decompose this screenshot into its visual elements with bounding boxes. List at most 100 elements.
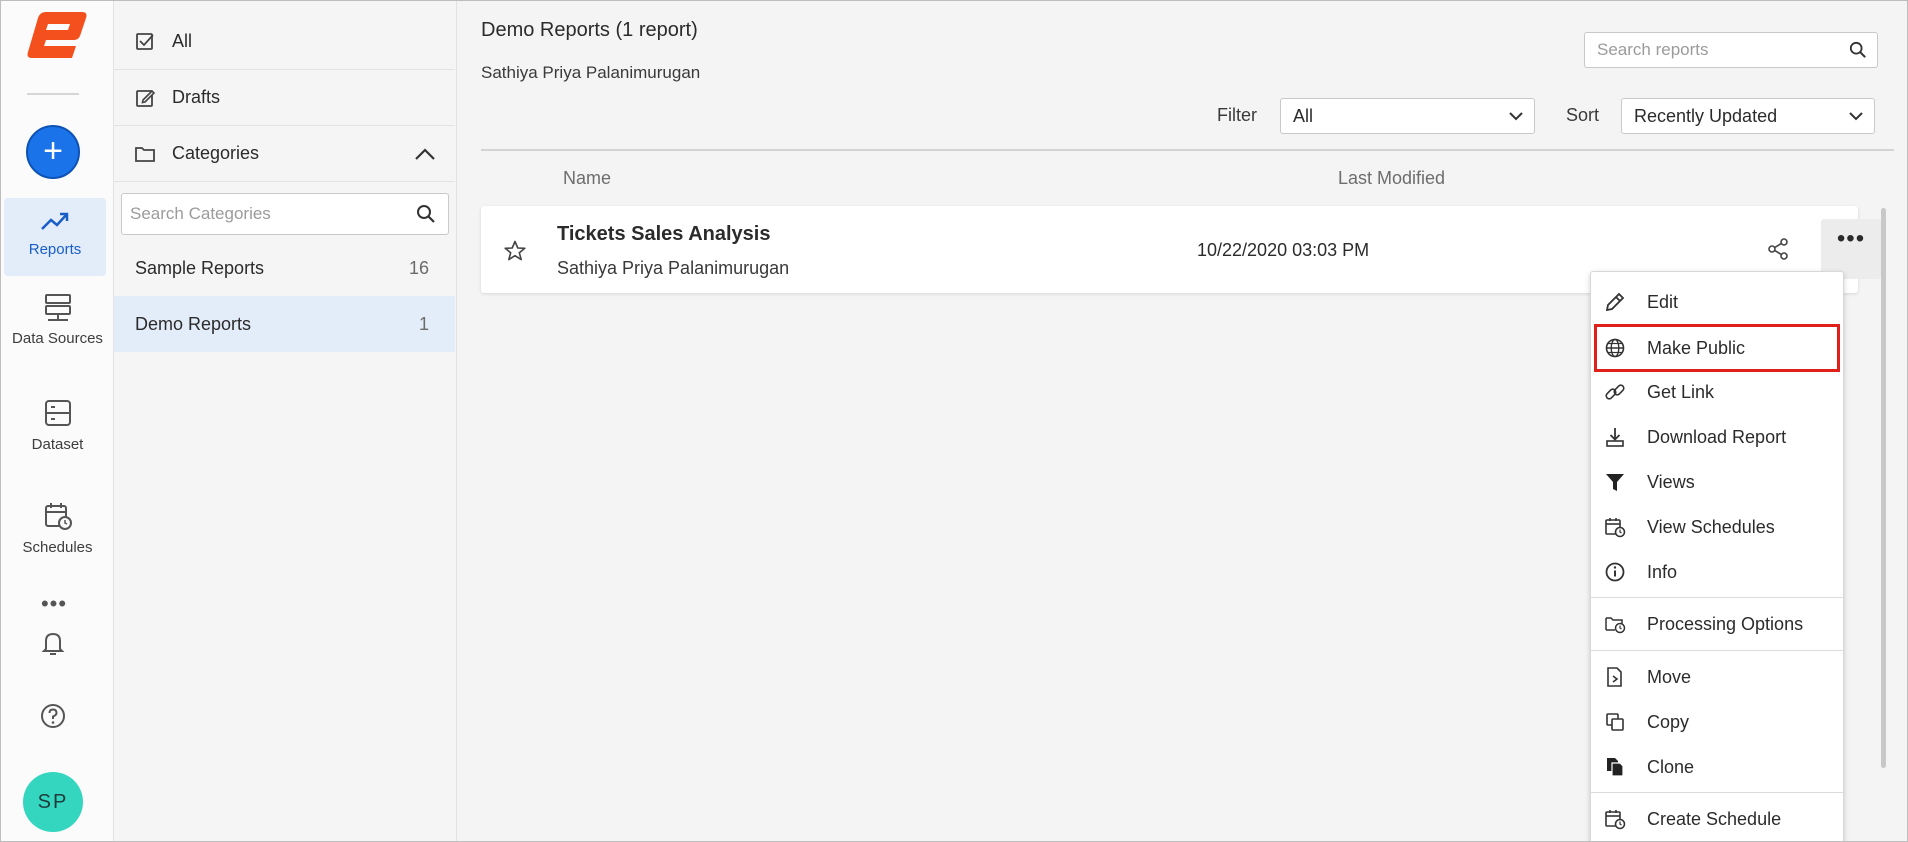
menu-item-create-schedule[interactable]: Create Schedule xyxy=(1591,799,1843,839)
share-icon[interactable] xyxy=(1766,237,1790,261)
filter-value: All xyxy=(1293,105,1314,126)
categories-panel: All Drafts Categories Sample Reports 16 … xyxy=(114,1,457,841)
menu-item-label: Processing Options xyxy=(1647,613,1804,634)
category-item-sample-reports[interactable]: Sample Reports 16 xyxy=(114,240,455,296)
user-avatar[interactable]: SP xyxy=(23,772,83,832)
category-all-label: All xyxy=(172,31,193,51)
app-logo-icon xyxy=(27,12,87,58)
rail-divider xyxy=(27,93,79,95)
copy-icon xyxy=(1606,713,1624,731)
move-icon xyxy=(1607,667,1622,687)
menu-item-processing-options[interactable]: Processing Options xyxy=(1591,604,1843,644)
column-header-last-modified[interactable]: Last Modified xyxy=(1338,168,1445,189)
category-item-count: 1 xyxy=(418,313,429,334)
app-window: + Reports Data Sources Dataset Schedules… xyxy=(0,0,1908,842)
report-search-input[interactable] xyxy=(1585,40,1849,60)
nav-rail: + Reports Data Sources Dataset Schedules… xyxy=(1,1,114,841)
category-item-count: 16 xyxy=(408,257,429,278)
filter-select[interactable]: All xyxy=(1280,98,1535,134)
menu-item-info[interactable]: Info xyxy=(1591,552,1843,592)
page-title: Demo Reports (1 report) xyxy=(481,19,698,41)
sort-select[interactable]: Recently Updated xyxy=(1621,98,1875,134)
menu-item-label: Make Public xyxy=(1647,337,1746,358)
report-name[interactable]: Tickets Sales Analysis xyxy=(557,223,770,246)
category-item-label: Sample Reports xyxy=(135,257,265,278)
category-search[interactable] xyxy=(121,193,449,235)
report-search[interactable] xyxy=(1584,32,1878,68)
filter-icon xyxy=(1606,474,1624,491)
categories-header[interactable]: Categories xyxy=(114,126,455,182)
menu-item-label: Create Schedule xyxy=(1647,808,1782,829)
more-options-button[interactable]: ••• xyxy=(1821,219,1881,279)
menu-item-make-public[interactable]: Make Public xyxy=(1594,324,1840,372)
menu-item-view-schedules[interactable]: View Schedules xyxy=(1591,507,1843,547)
add-button[interactable]: + xyxy=(26,125,80,179)
categories-header-label: Categories xyxy=(172,143,260,163)
dataset-icon xyxy=(44,400,71,426)
search-icon[interactable] xyxy=(416,204,436,224)
rail-item-reports[interactable]: Reports xyxy=(4,198,106,276)
calendar-clock-icon xyxy=(1605,518,1626,538)
more-icon[interactable]: ••• xyxy=(39,593,69,615)
menu-item-label: Edit xyxy=(1647,291,1679,312)
category-item-demo-reports[interactable]: Demo Reports 1 xyxy=(114,296,455,352)
menu-item-views[interactable]: Views xyxy=(1591,462,1843,502)
category-drafts-label: Drafts xyxy=(172,87,221,107)
search-icon[interactable] xyxy=(1849,41,1867,59)
menu-item-copy[interactable]: Copy xyxy=(1591,702,1843,742)
sort-label: Sort xyxy=(1566,105,1600,125)
menu-item-label: Download Report xyxy=(1647,426,1787,447)
rail-item-dataset[interactable]: Dataset xyxy=(1,398,114,453)
scrollbar[interactable] xyxy=(1881,208,1886,768)
clone-icon xyxy=(1607,758,1624,777)
pencil-icon xyxy=(1605,292,1625,312)
page-owner: Sathiya Priya Palanimurugan xyxy=(481,63,701,82)
checkbox-icon xyxy=(136,32,154,50)
category-drafts[interactable]: Drafts xyxy=(114,70,455,126)
rail-item-label: Reports xyxy=(28,241,82,258)
category-all[interactable]: All xyxy=(114,14,455,70)
folder-icon xyxy=(135,146,155,162)
menu-item-get-link[interactable]: Get Link xyxy=(1591,372,1843,412)
rail-item-data-sources[interactable]: Data Sources xyxy=(1,292,114,347)
menu-item-move[interactable]: Move xyxy=(1591,657,1843,697)
sort-value: Recently Updated xyxy=(1634,105,1778,126)
rail-item-schedules[interactable]: Schedules xyxy=(1,501,114,556)
menu-item-label: Get Link xyxy=(1647,381,1715,402)
folder-clock-icon xyxy=(1605,617,1626,634)
menu-item-download-report[interactable]: Download Report xyxy=(1591,417,1843,457)
star-icon[interactable] xyxy=(503,239,527,263)
rail-item-label: Dataset xyxy=(31,436,84,453)
header-divider xyxy=(481,149,1894,151)
column-header-name[interactable]: Name xyxy=(563,168,611,189)
chevron-down-icon xyxy=(1849,112,1863,121)
filter-label: Filter xyxy=(1217,105,1257,125)
menu-item-label: Move xyxy=(1647,666,1692,687)
database-icon xyxy=(44,294,71,321)
chevron-up-icon[interactable] xyxy=(413,144,437,164)
category-search-input[interactable] xyxy=(122,204,416,224)
menu-item-label: Info xyxy=(1647,561,1678,582)
report-owner: Sathiya Priya Palanimurugan xyxy=(557,258,790,278)
globe-icon xyxy=(1605,338,1625,358)
chevron-down-icon xyxy=(1509,112,1523,121)
menu-divider xyxy=(1591,597,1843,598)
rail-item-label: Data Sources xyxy=(12,330,103,347)
category-item-label: Demo Reports xyxy=(135,313,252,334)
trend-icon xyxy=(41,212,69,230)
menu-item-label: Views xyxy=(1647,471,1695,492)
menu-item-label: Copy xyxy=(1647,711,1690,732)
bell-icon[interactable] xyxy=(38,628,68,658)
calendar-clock-icon xyxy=(44,503,72,530)
menu-divider xyxy=(1591,792,1843,793)
edit-icon xyxy=(136,89,156,107)
menu-divider xyxy=(1591,650,1843,651)
menu-item-edit[interactable]: Edit xyxy=(1591,282,1843,322)
menu-item-label: View Schedules xyxy=(1647,516,1775,537)
calendar-add-icon xyxy=(1605,810,1626,830)
report-context-menu: Edit Make Public Get Link Download Repor… xyxy=(1590,271,1844,841)
info-icon xyxy=(1605,562,1625,582)
menu-item-clone[interactable]: Clone xyxy=(1591,747,1843,787)
help-icon[interactable] xyxy=(38,701,68,731)
report-last-modified: 10/22/2020 03:03 PM xyxy=(1197,240,1370,260)
